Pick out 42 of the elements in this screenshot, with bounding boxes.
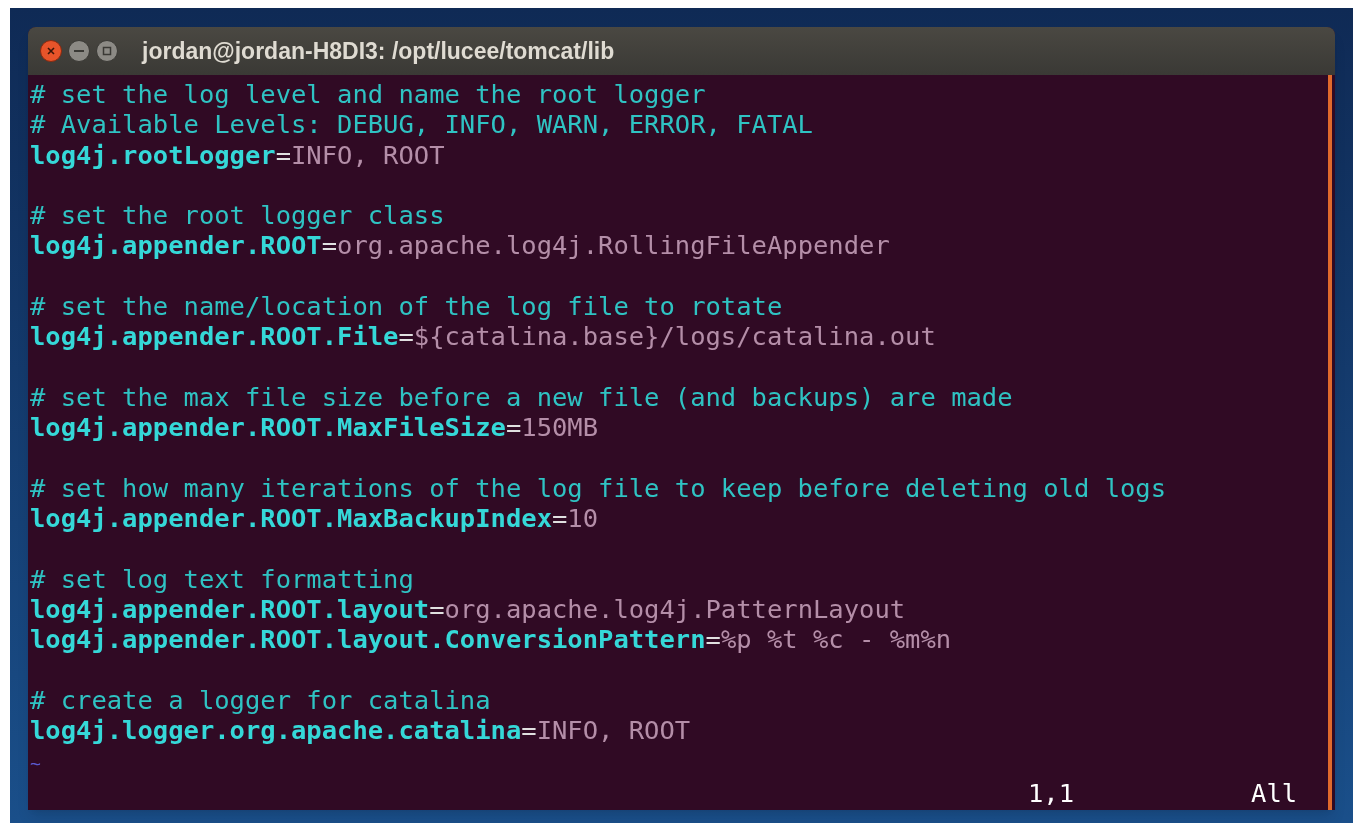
- property-key: log4j.logger.org.apache.catalina: [30, 715, 522, 746]
- property-key: log4j.appender.ROOT.File: [30, 321, 399, 352]
- maximize-icon: [102, 46, 112, 56]
- maximize-button[interactable]: [96, 40, 118, 62]
- close-icon: [46, 46, 56, 56]
- property-key: log4j.appender.ROOT.layout: [30, 594, 430, 625]
- cursor-position: 1,1: [1028, 777, 1075, 809]
- property-key: log4j.appender.ROOT.MaxBackupIndex: [30, 503, 552, 534]
- comment-line: # set the name/location of the log file to rotate: [30, 291, 783, 322]
- comment-line: # Available Levels: DEBUG, INFO, WARN, ERROR, FATAL: [30, 109, 813, 140]
- comment-line: # set the root logger class: [30, 200, 445, 231]
- comment-line: # set log text formatting: [30, 563, 414, 594]
- comment-line: # set how many iterations of the log file to keep before deleting old logs: [30, 472, 1167, 503]
- property-key: log4j.appender.ROOT: [30, 230, 322, 261]
- property-value: 150MB: [521, 412, 599, 443]
- close-button[interactable]: [40, 40, 62, 62]
- property-value: org.apache.log4j.RollingFileAppender: [337, 230, 890, 261]
- property-value: ${catalina.base}/logs/catalina.out: [413, 321, 936, 352]
- equals-sign: =: [505, 412, 522, 443]
- property-key: log4j.appender.ROOT.layout.ConversionPattern: [30, 624, 706, 655]
- comment-line: # set the log level and name the root logger: [30, 79, 706, 109]
- scroll-indicator: All: [1251, 777, 1298, 809]
- comment-line: # set the max file size before a new file (and backups) are made: [30, 381, 1013, 412]
- equals-sign: =: [321, 230, 338, 261]
- property-value: INFO, ROOT: [536, 715, 691, 746]
- empty-line-marker: ~: [30, 752, 41, 774]
- equals-sign: =: [429, 594, 445, 625]
- minimize-button[interactable]: [68, 40, 90, 62]
- equals-sign: =: [521, 715, 537, 746]
- equals-sign: =: [552, 503, 568, 534]
- property-key: log4j.rootLogger: [30, 139, 276, 170]
- comment-line: # create a logger for catalina: [30, 684, 491, 715]
- property-value: org.apache.log4j.PatternLayout: [444, 594, 906, 625]
- minimize-icon: [74, 49, 84, 53]
- property-value: %p %t %c - %m%n: [720, 624, 952, 655]
- equals-sign: =: [398, 321, 414, 352]
- property-value: 10: [567, 503, 599, 534]
- equals-sign: =: [705, 624, 721, 655]
- property-key: log4j.appender.ROOT.MaxFileSize: [30, 412, 506, 443]
- window-title: jordan@jordan-H8DI3: /opt/lucee/tomcat/lib: [142, 36, 615, 66]
- property-value: INFO, ROOT: [291, 139, 445, 170]
- equals-sign: =: [275, 139, 291, 170]
